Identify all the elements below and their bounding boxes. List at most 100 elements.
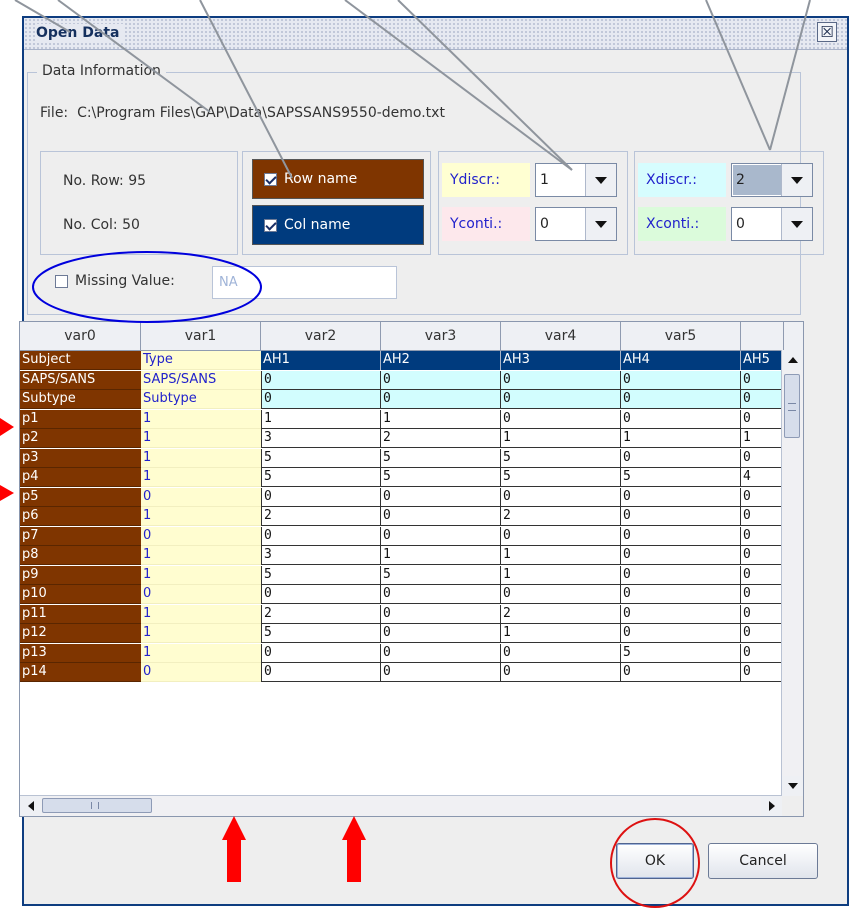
table-cell[interactable]: 0 bbox=[141, 487, 261, 507]
title-bar[interactable]: Open Data ☒ bbox=[24, 18, 847, 50]
table-cell[interactable]: 0 bbox=[621, 526, 741, 546]
xdiscr-combo[interactable]: 2 bbox=[731, 163, 813, 197]
column-header-var1[interactable]: var1 bbox=[141, 322, 261, 350]
chevron-down-icon[interactable] bbox=[781, 164, 812, 196]
table-cell[interactable]: 0 bbox=[621, 448, 741, 468]
horizontal-scroll-thumb[interactable] bbox=[42, 798, 152, 813]
table-cell[interactable]: 5 bbox=[261, 448, 381, 468]
table-cell[interactable]: 0 bbox=[381, 604, 501, 624]
table-cell[interactable]: 0 bbox=[501, 663, 621, 682]
table-cell[interactable]: AH5 bbox=[741, 351, 784, 370]
table-cell[interactable]: 1 bbox=[501, 546, 621, 565]
table-cell[interactable]: 0 bbox=[141, 526, 261, 546]
table-cell[interactable]: AH4 bbox=[621, 351, 741, 370]
table-cell[interactable]: 0 bbox=[381, 624, 501, 643]
table-cell[interactable]: 0 bbox=[741, 370, 784, 390]
table-cell[interactable]: 0 bbox=[621, 409, 741, 429]
table-cell[interactable]: 0 bbox=[501, 409, 621, 429]
table-cell[interactable]: p3 bbox=[20, 448, 141, 468]
table-cell[interactable]: 2 bbox=[381, 429, 501, 448]
table-cell[interactable]: 5 bbox=[381, 565, 501, 585]
table-cell[interactable]: 0 bbox=[381, 643, 501, 663]
table-cell[interactable]: 1 bbox=[141, 507, 261, 526]
ydiscr-combo[interactable]: 1 bbox=[535, 163, 617, 197]
missing-value-checkbox[interactable]: Missing Value: bbox=[41, 273, 175, 289]
table-cell[interactable]: 1 bbox=[141, 624, 261, 643]
table-cell[interactable]: SAPS/SANS bbox=[20, 370, 141, 390]
chevron-down-icon[interactable] bbox=[585, 164, 616, 196]
table-cell[interactable]: 1 bbox=[501, 565, 621, 585]
table-cell[interactable]: 1 bbox=[141, 546, 261, 565]
table-cell[interactable]: 0 bbox=[141, 663, 261, 682]
table-cell[interactable]: 5 bbox=[381, 468, 501, 487]
table-cell[interactable]: AH2 bbox=[381, 351, 501, 370]
scroll-left-button[interactable] bbox=[20, 796, 41, 816]
table-cell[interactable]: p10 bbox=[20, 585, 141, 604]
table-cell[interactable]: 0 bbox=[621, 487, 741, 507]
cancel-button[interactable]: Cancel bbox=[708, 843, 818, 879]
table-cell[interactable]: 1 bbox=[141, 468, 261, 487]
table-cell[interactable]: p1 bbox=[20, 409, 141, 429]
table-cell[interactable]: 0 bbox=[501, 585, 621, 604]
scroll-right-button[interactable] bbox=[761, 796, 782, 816]
table-cell[interactable]: 0 bbox=[741, 507, 784, 526]
table-cell[interactable]: SAPS/SANS bbox=[141, 370, 261, 390]
table-cell[interactable]: 1 bbox=[501, 429, 621, 448]
table-cell[interactable]: 5 bbox=[261, 565, 381, 585]
ok-button[interactable]: OK bbox=[616, 843, 694, 879]
table-cell[interactable]: 0 bbox=[621, 624, 741, 643]
table-cell[interactable]: 1 bbox=[381, 409, 501, 429]
table-cell[interactable]: 0 bbox=[381, 370, 501, 390]
table-cell[interactable]: 0 bbox=[381, 526, 501, 546]
table-cell[interactable]: AH1 bbox=[261, 351, 381, 370]
table-cell[interactable]: AH3 bbox=[501, 351, 621, 370]
table-cell[interactable]: 0 bbox=[621, 663, 741, 682]
horizontal-scrollbar[interactable] bbox=[20, 795, 782, 816]
table-cell[interactable]: 3 bbox=[261, 429, 381, 448]
table-cell[interactable]: p14 bbox=[20, 663, 141, 682]
table-cell[interactable]: 0 bbox=[741, 585, 784, 604]
table-cell[interactable]: 5 bbox=[621, 468, 741, 487]
table-cell[interactable]: 5 bbox=[261, 624, 381, 643]
column-header-var3[interactable]: var3 bbox=[381, 322, 501, 350]
table-cell[interactable]: 0 bbox=[741, 546, 784, 565]
table-cell[interactable]: 5 bbox=[381, 448, 501, 468]
table-cell[interactable]: 0 bbox=[621, 565, 741, 585]
table-cell[interactable]: 2 bbox=[261, 604, 381, 624]
table-cell[interactable]: 0 bbox=[381, 585, 501, 604]
column-header-var5[interactable]: var5 bbox=[621, 322, 741, 350]
vertical-scrollbar[interactable] bbox=[781, 350, 803, 796]
table-cell[interactable]: p2 bbox=[20, 429, 141, 448]
table-cell[interactable]: 0 bbox=[741, 390, 784, 409]
table-cell[interactable]: 4 bbox=[741, 468, 784, 487]
table-cell[interactable]: 0 bbox=[261, 370, 381, 390]
table-cell[interactable]: 2 bbox=[501, 507, 621, 526]
table-cell[interactable]: 3 bbox=[261, 546, 381, 565]
table-cell[interactable]: 1 bbox=[141, 448, 261, 468]
table-cell[interactable]: 5 bbox=[501, 448, 621, 468]
vertical-scroll-thumb[interactable] bbox=[784, 374, 800, 438]
table-cell[interactable]: Type bbox=[141, 351, 261, 370]
table-cell[interactable]: 1 bbox=[141, 565, 261, 585]
table-cell[interactable]: 1 bbox=[381, 546, 501, 565]
table-cell[interactable]: 1 bbox=[621, 429, 741, 448]
table-cell[interactable]: 0 bbox=[381, 487, 501, 507]
column-header-extra[interactable] bbox=[741, 322, 784, 350]
table-cell[interactable]: 0 bbox=[261, 585, 381, 604]
table-cell[interactable]: 0 bbox=[381, 507, 501, 526]
table-cell[interactable]: 0 bbox=[741, 448, 784, 468]
table-cell[interactable]: 1 bbox=[141, 604, 261, 624]
table-cell[interactable]: p13 bbox=[20, 643, 141, 663]
table-cell[interactable]: 1 bbox=[261, 409, 381, 429]
table-cell[interactable]: 0 bbox=[621, 546, 741, 565]
table-cell[interactable]: 0 bbox=[501, 526, 621, 546]
table-cell[interactable]: 0 bbox=[621, 585, 741, 604]
table-cell[interactable]: 0 bbox=[501, 370, 621, 390]
table-cell[interactable]: p11 bbox=[20, 604, 141, 624]
table-cell[interactable]: 0 bbox=[621, 370, 741, 390]
chevron-down-icon[interactable] bbox=[781, 208, 812, 240]
table-cell[interactable]: 0 bbox=[621, 507, 741, 526]
chevron-down-icon[interactable] bbox=[585, 208, 616, 240]
col-name-checkbox[interactable]: Col name bbox=[252, 205, 424, 245]
xconti-combo[interactable]: 0 bbox=[731, 207, 813, 241]
